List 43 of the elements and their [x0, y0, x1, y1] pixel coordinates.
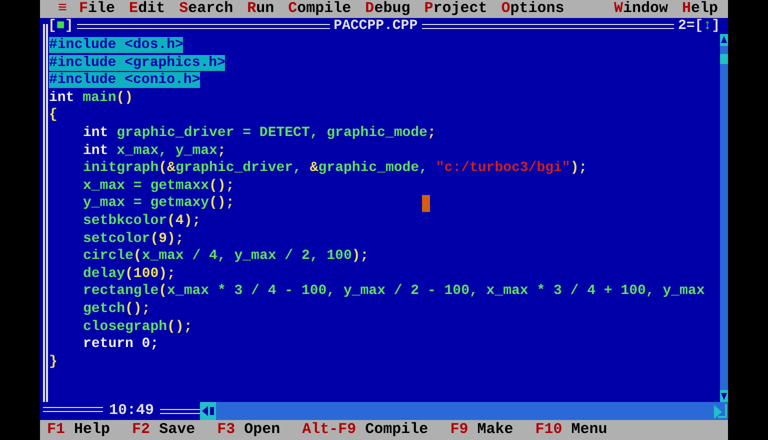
- shortcut-hint[interactable]: F9 Make: [450, 420, 514, 440]
- code-line: int x_max, y_max;: [83, 142, 226, 159]
- window-number: 2=: [678, 18, 695, 34]
- menu-item[interactable]: Run: [247, 0, 274, 18]
- code-line: initgraph(&graphic_driver, &graphic_mode, "c:/turboc3/bgi");: [83, 160, 588, 176]
- code-line: circle(x_max / 4, y_max / 2, 100);: [83, 248, 369, 264]
- menu-item[interactable]: Options: [501, 0, 564, 18]
- menu-item[interactable]: Debug: [365, 0, 410, 18]
- menu-item[interactable]: Window: [614, 0, 668, 18]
- code-line: int graphic_driver = DETECT, graphic_mode;: [83, 124, 436, 141]
- code-line: closegraph();: [83, 318, 192, 334]
- menu-item[interactable]: Compile: [288, 0, 352, 18]
- menu-item[interactable]: Search: [179, 0, 234, 18]
- text-cursor: [422, 195, 430, 212]
- menu-item[interactable]: Help: [682, 0, 718, 18]
- code-line: rectangle(x_max * 3 / 4 - 100, y_max / 2 - 100, x_max * 3 / 4 + 100, y_max: [83, 283, 705, 300]
- scroll-thumb[interactable]: [720, 54, 728, 64]
- code-line: {: [49, 107, 58, 124]
- menu-item[interactable]: File: [79, 0, 116, 18]
- shortcut-hint[interactable]: F10 Menu: [535, 420, 608, 440]
- code-line: delay(100);: [83, 266, 176, 282]
- code-line: setbkcolor(4);: [83, 212, 201, 229]
- up-arrow-icon[interactable]: [720, 34, 728, 46]
- code-line: return 0;: [83, 336, 159, 352]
- code-line: getch();: [83, 300, 150, 317]
- code-line: y_max = getmaxy();: [83, 195, 234, 212]
- shortcut-hint[interactable]: F2 Save: [132, 420, 196, 440]
- cursor-position: 10:49: [108, 400, 156, 421]
- code-line: }: [49, 354, 58, 370]
- shortcut-hint[interactable]: F3 Open: [217, 420, 280, 440]
- code-line: setcolor(9);: [83, 230, 184, 247]
- window-title: PACCPP.CPP: [334, 18, 418, 34]
- shortcut-hint[interactable]: F1 Help: [47, 420, 110, 440]
- zoom-box[interactable]: [↕]: [694, 18, 720, 34]
- shortcut-hint[interactable]: Alt-F9 Compile: [302, 420, 428, 440]
- menu-item[interactable]: Project: [424, 0, 488, 18]
- code-line: int main(): [49, 90, 134, 106]
- close-box[interactable]: [■]: [48, 18, 74, 34]
- code-line: x_max = getmaxx();: [83, 178, 234, 194]
- vertical-scrollbar[interactable]: [720, 34, 728, 402]
- horizontal-scrollbar[interactable]: [200, 402, 728, 420]
- menu-item[interactable]: Edit: [129, 0, 166, 18]
- down-arrow-icon[interactable]: [720, 390, 728, 402]
